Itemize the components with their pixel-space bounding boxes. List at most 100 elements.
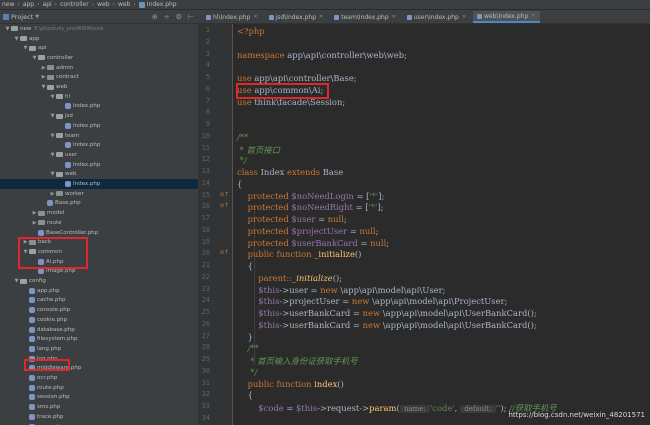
tree-file[interactable]: ocr.php [0, 373, 198, 383]
close-icon[interactable]: ✕ [253, 14, 257, 20]
tree-folder[interactable]: ▶ model [0, 208, 198, 218]
chevron-down-icon[interactable]: ▼ [49, 94, 56, 100]
close-icon[interactable]: ✕ [319, 14, 323, 20]
tree-folder[interactable]: ▶ admin [0, 63, 198, 73]
tree-label: sms.php [37, 404, 61, 411]
tree-label: ocr.php [37, 375, 58, 382]
code-token: { [237, 261, 253, 271]
override-marker-icon[interactable]: o↑ [220, 249, 229, 256]
php-file-icon [29, 345, 35, 352]
php-file-icon [65, 142, 71, 149]
editor-tab[interactable]: user\Index.php ✕ [403, 11, 470, 23]
line-number: 4 [205, 61, 210, 70]
override-marker-icon[interactable]: o↑ [220, 202, 229, 209]
project-panel-header: Project ▼ ⊕ ÷ ⚙ ⊢ [0, 10, 198, 24]
tree-folder[interactable]: ▼ web [0, 170, 198, 180]
close-icon[interactable]: ✕ [462, 14, 466, 20]
chevron-right-icon[interactable]: ▶ [49, 191, 56, 197]
project-label: Project [11, 12, 34, 21]
breadcrumb-item[interactable]: web [118, 1, 130, 8]
chevron-right-icon[interactable]: ▶ [40, 65, 47, 71]
editor-tab[interactable]: web\Index.php ✕ [473, 11, 540, 23]
tree-folder[interactable]: ▼ web [0, 82, 198, 92]
chevron-down-icon[interactable]: ▼ [40, 84, 47, 90]
folder-icon [56, 133, 63, 139]
tree-file[interactable]: Index.php [0, 140, 198, 150]
chevron-down-icon[interactable]: ▼ [49, 171, 56, 177]
tree-file[interactable]: Index.php [0, 102, 198, 112]
tree-label: session.php [37, 394, 70, 401]
code-token: $this [296, 403, 318, 413]
chevron-down-icon[interactable]: ▼ [13, 36, 20, 42]
folder-icon [47, 74, 54, 80]
tree-folder[interactable]: ▶ worker [0, 189, 198, 199]
tree-file[interactable]: lang.php [0, 344, 198, 354]
code-line: $this->projectUser = new \app\api\model\… [237, 296, 507, 306]
breadcrumb-item[interactable]: web [97, 1, 109, 8]
breadcrumb-item[interactable]: app [23, 1, 34, 8]
tree-folder[interactable]: ▼ hl [0, 92, 198, 102]
chevron-down-icon[interactable]: ▼ [49, 133, 56, 139]
tree-file[interactable]: sms.php [0, 402, 198, 412]
close-icon[interactable]: ✕ [531, 13, 535, 19]
tree-folder[interactable]: ▼ controller [0, 53, 198, 63]
override-marker-icon[interactable]: o↑ [220, 191, 229, 198]
chevron-down-icon[interactable]: ▼ [13, 278, 20, 284]
chevron-right-icon[interactable]: ▶ [31, 220, 38, 226]
chevron-down-icon[interactable]: ▼ [4, 26, 11, 32]
tree-folder[interactable]: ▼ team [0, 131, 198, 141]
code-token: $projectUser [291, 225, 348, 236]
tree-folder[interactable]: ▼ app [0, 34, 198, 44]
tree-file[interactable]: filesystem.php [0, 334, 198, 344]
tree-file[interactable]: database.php [0, 325, 198, 335]
php-file-icon [406, 14, 412, 20]
folder-icon [56, 191, 63, 197]
tree-label: BaseController.php [46, 229, 99, 236]
tree-file[interactable]: trace.php [0, 412, 198, 422]
tree-file[interactable]: Index.php [0, 160, 198, 170]
tree-folder[interactable]: ▼ jsd [0, 111, 198, 121]
tree-file[interactable]: cache.php [0, 296, 198, 306]
tree-file[interactable]: BaseController.php [0, 228, 198, 238]
tree-file[interactable]: Index.php [0, 179, 198, 189]
code-token: new [320, 284, 341, 295]
tree-folder[interactable]: ▼ config [0, 276, 198, 286]
project-view-selector[interactable]: Project ▼ [3, 13, 39, 21]
tree-file[interactable]: Index.php [0, 121, 198, 131]
chevron-right-icon[interactable]: ▶ [31, 210, 38, 216]
gear-icon[interactable]: ⚙ [176, 13, 182, 21]
tree-folder[interactable]: ▼ api [0, 43, 198, 53]
code-token: $noNeedRight [291, 202, 353, 213]
tree-file[interactable]: Base.php [0, 199, 198, 209]
code-token: \app\api\model\api\User; [340, 284, 446, 295]
editor-tab[interactable]: hl\Index.php ✕ [202, 11, 262, 23]
breadcrumb-item[interactable]: api [43, 1, 52, 8]
chevron-right-icon[interactable]: ▶ [40, 74, 47, 80]
tree-folder[interactable]: ▶ route [0, 218, 198, 228]
collapse-icon[interactable]: ÷ [164, 13, 170, 21]
tree-folder[interactable]: ▶ contract [0, 73, 198, 83]
add-icon[interactable]: ⊕ [152, 13, 158, 21]
tree-file[interactable]: route.php [0, 383, 198, 393]
tree-file[interactable]: session.php [0, 393, 198, 403]
editor-tab[interactable]: jsd\Index.php ✕ [265, 11, 328, 23]
hide-icon[interactable]: ⊢ [188, 13, 194, 21]
breadcrumb-item[interactable]: controller [60, 1, 89, 8]
tree-folder[interactable]: ▼ user [0, 150, 198, 160]
chevron-down-icon[interactable]: ▼ [49, 113, 56, 119]
tree-file[interactable]: console.php [0, 305, 198, 315]
tree-folder[interactable]: ▼ new E:\phpstudy_pro\WWW\new [0, 24, 198, 34]
editor-tab[interactable]: team\Index.php ✕ [330, 11, 400, 23]
code-token: 'code' [430, 403, 455, 413]
chevron-down-icon[interactable]: ▼ [31, 55, 38, 61]
breadcrumb-item[interactable]: Index.php [138, 1, 177, 8]
php-file-icon [29, 375, 35, 382]
line-number: 33 [201, 402, 210, 410]
chevron-down-icon[interactable]: ▼ [49, 152, 56, 158]
tree-file[interactable]: app.php [0, 286, 198, 296]
tree-file[interactable]: cookie.php [0, 315, 198, 325]
chevron-down-icon[interactable]: ▼ [22, 45, 29, 51]
code-line: class Index extends Base [237, 167, 343, 177]
close-icon[interactable]: ✕ [392, 14, 396, 20]
breadcrumb-item[interactable]: new [2, 1, 14, 8]
